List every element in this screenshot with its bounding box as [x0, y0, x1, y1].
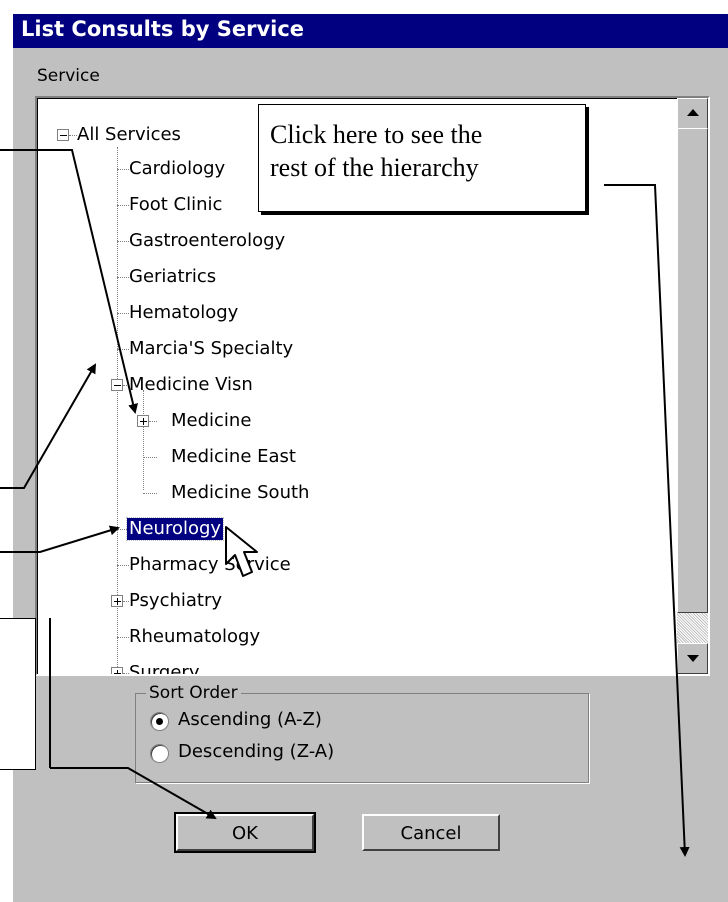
annotation-arrows	[0, 149, 690, 857]
